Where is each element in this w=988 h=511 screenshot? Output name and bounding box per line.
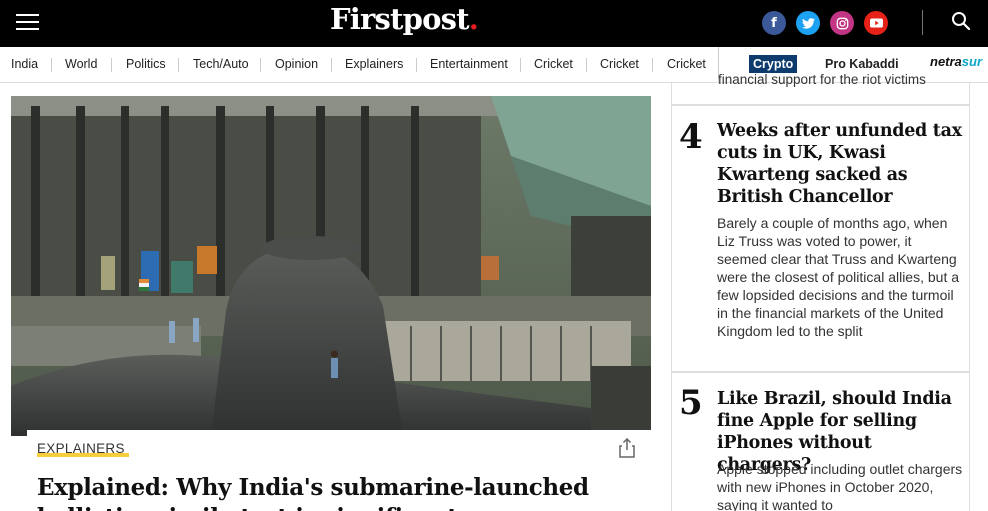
- story-summary-partial[interactable]: financial support for the riot victims: [718, 72, 926, 87]
- header-divider: [922, 10, 923, 35]
- nav-item-explainers[interactable]: Explainers: [345, 57, 403, 71]
- hamburger-menu-icon[interactable]: [16, 14, 39, 31]
- twitter-icon[interactable]: [796, 11, 820, 35]
- nav-item-india[interactable]: India: [11, 57, 38, 71]
- share-icon[interactable]: [619, 437, 635, 458]
- youtube-icon[interactable]: [864, 11, 888, 35]
- nav-divider: [178, 58, 179, 72]
- nav-item-entertainment[interactable]: Entertainment: [430, 57, 508, 71]
- nav-divider: [416, 58, 417, 72]
- facebook-icon[interactable]: f: [762, 11, 786, 35]
- story-card[interactable]: 4 Weeks after unfunded tax cuts in UK, K…: [671, 105, 970, 372]
- nav-divider: [520, 58, 521, 72]
- nav-item-netra-surakshaa[interactable]: netrasur: [930, 54, 982, 69]
- story-card-previous: financial support for the riot victims: [671, 72, 970, 105]
- nav-item-politics[interactable]: Politics: [126, 57, 166, 71]
- story-summary: Barely a couple of months ago, when Liz …: [717, 215, 960, 339]
- nav-divider: [51, 58, 52, 72]
- top-header: Firstpost. f: [0, 0, 988, 47]
- nav-divider: [652, 58, 653, 72]
- site-logo[interactable]: Firstpost.: [330, 2, 479, 36]
- nav-item-tech-auto[interactable]: Tech/Auto: [193, 57, 249, 71]
- nav-divider: [331, 58, 332, 72]
- nav-item-crypto[interactable]: Crypto: [749, 55, 798, 73]
- nav-item-pro-kabaddi[interactable]: Pro Kabaddi: [825, 57, 899, 71]
- logo-dot: .: [468, 2, 479, 36]
- search-icon[interactable]: [951, 11, 973, 33]
- article-headline[interactable]: Explained: Why India's submarine-launche…: [37, 473, 647, 511]
- nav-divider: [260, 58, 261, 72]
- nav-divider: [586, 58, 587, 72]
- logo-text: Firstpost: [330, 2, 470, 36]
- category-tag[interactable]: EXPLAINERS: [37, 441, 125, 456]
- hero-image[interactable]: [11, 96, 651, 436]
- story-number: 5: [679, 383, 703, 423]
- netra-main-text: netra: [930, 54, 962, 69]
- story-card[interactable]: 5 Like Brazil, should India fine Apple f…: [671, 372, 970, 511]
- nav-item-opinion[interactable]: Opinion: [275, 57, 318, 71]
- story-title[interactable]: Weeks after unfunded tax cuts in UK, Kwa…: [717, 120, 965, 208]
- nav-item-cricket[interactable]: Cricket: [534, 57, 573, 71]
- story-number: 4: [679, 117, 703, 157]
- story-summary: Apple stopped including outlet chargers …: [717, 461, 963, 511]
- instagram-icon[interactable]: [830, 11, 854, 35]
- nav-divider: [111, 58, 112, 72]
- nav-item-cricket[interactable]: Cricket: [600, 57, 639, 71]
- netra-sub-text: sur: [961, 54, 983, 69]
- nav-item-cricket[interactable]: Cricket: [667, 57, 706, 71]
- nav-item-world[interactable]: World: [65, 57, 97, 71]
